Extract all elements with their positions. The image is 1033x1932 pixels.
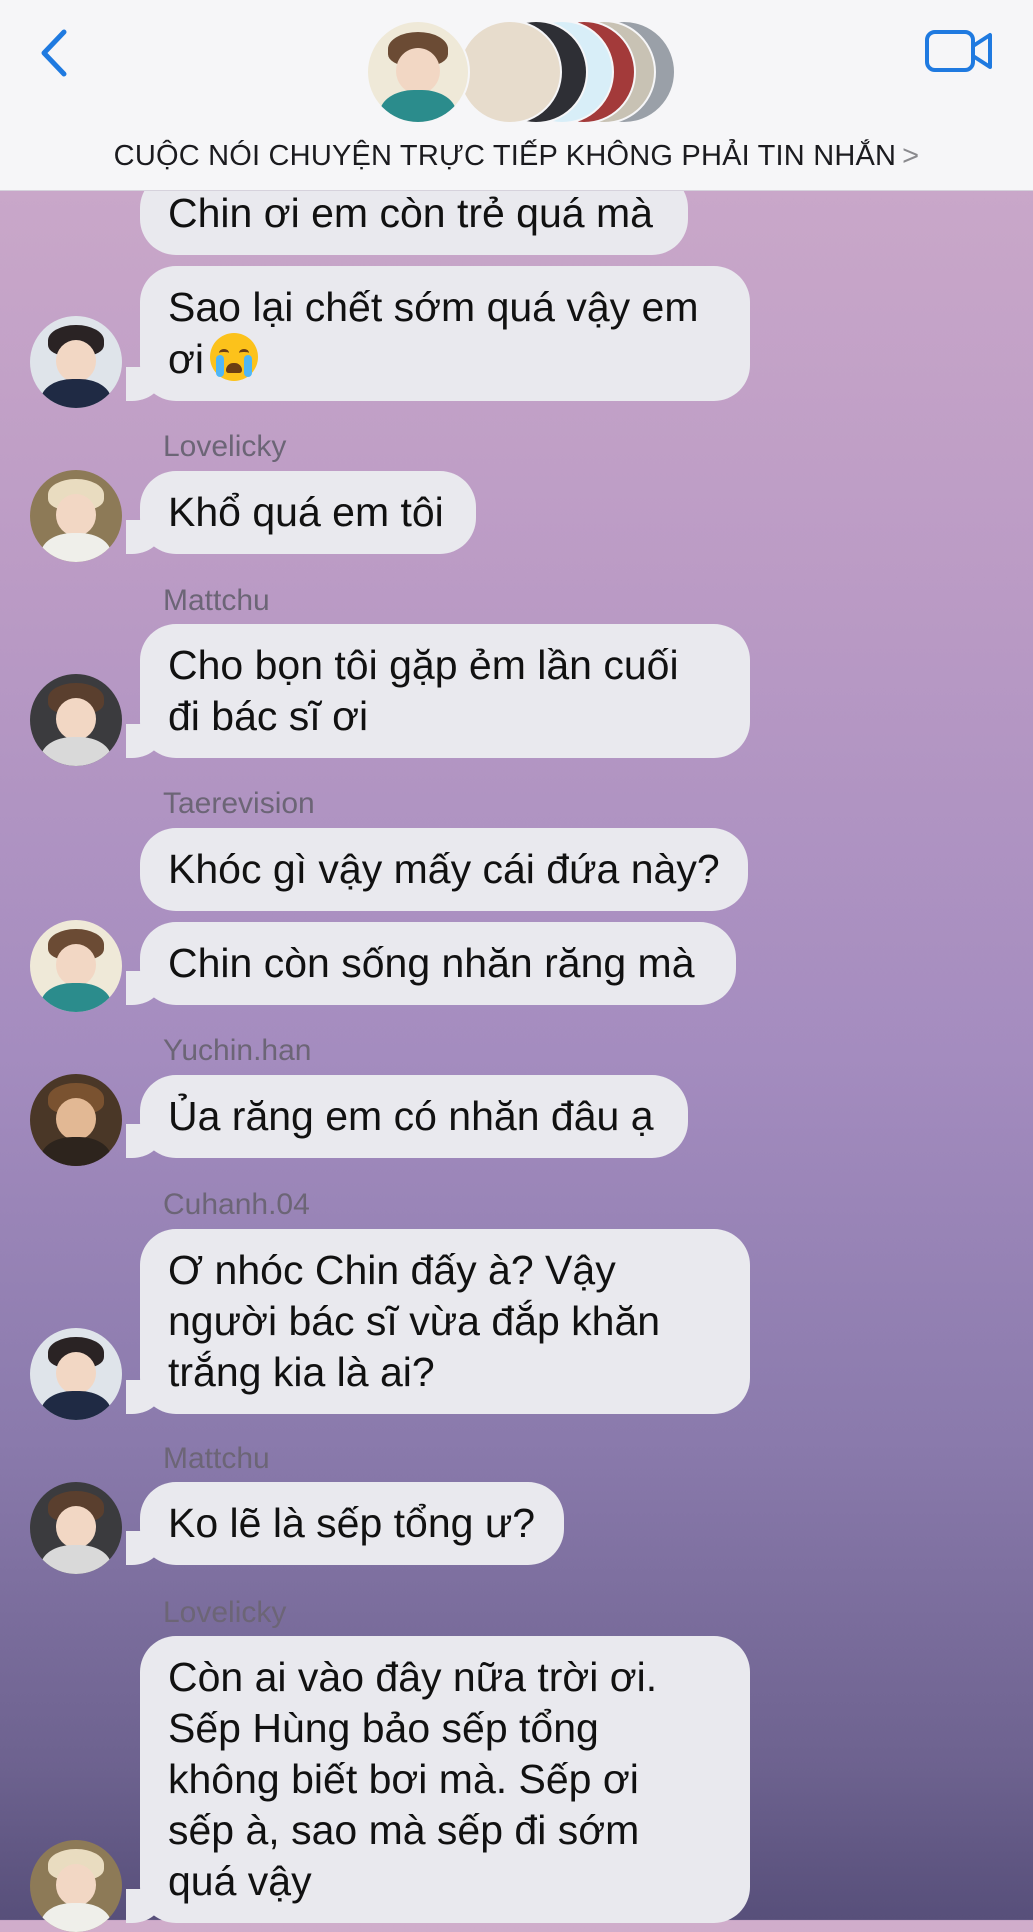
avatar[interactable]: [30, 1074, 122, 1166]
avatar[interactable]: [30, 1328, 122, 1420]
message-bubble[interactable]: Chin còn sống nhăn răng mà: [126, 922, 736, 1005]
avatar[interactable]: [30, 470, 122, 562]
message-text-line: Cho bọn tôi gặp ẻm lần cuối: [168, 642, 679, 688]
message-text-line: ơi: [168, 336, 204, 382]
message-text: Ủa răng em có nhăn đâu ạ: [168, 1093, 654, 1139]
message-text: Chin ơi em còn trẻ quá mà: [168, 190, 653, 236]
video-camera-icon: [925, 30, 992, 72]
avatar[interactable]: [30, 1840, 122, 1932]
message-text-line: Ơ nhóc Chin đấy à? Vậy: [168, 1247, 616, 1293]
message-text-line: không biết bơi mà. Sếp ơi: [168, 1756, 639, 1802]
message-text-line: sếp à, sao mà sếp đi sớm: [168, 1807, 640, 1853]
message-bubble[interactable]: Còn ai vào đây nữa trời ơi. Sếp Hùng bảo…: [126, 1636, 750, 1923]
group-member-avatar: [366, 20, 470, 124]
avatar[interactable]: [30, 920, 122, 1012]
message-bubble[interactable]: Ủa răng em có nhăn đâu ạ: [126, 1075, 688, 1158]
conversation-title[interactable]: CUỘC NÓI CHUYỆN TRỰC TIẾP KHÔNG PHẢI TIN…: [0, 140, 1033, 173]
conversation-header: CUỘC NÓI CHUYỆN TRỰC TIẾP KHÔNG PHẢI TIN…: [0, 0, 1033, 191]
video-call-button[interactable]: [924, 26, 994, 76]
message-text-line: Sếp Hùng bảo sếp tổng: [168, 1705, 599, 1751]
sender-name: Taerevision: [163, 787, 315, 820]
sender-name: Mattchu: [163, 584, 270, 617]
sender-name: Mattchu: [163, 1442, 270, 1475]
message-text-line: đi bác sĩ ơi: [168, 693, 369, 739]
message-text: Ko lẽ là sếp tổng ư?: [168, 1500, 536, 1546]
message-bubble[interactable]: Sao lại chết sớm quá vậy em ơi: [126, 266, 750, 401]
message-bubble[interactable]: Khóc gì vậy mấy cái đứa này?: [140, 828, 748, 911]
message-text-line: Còn ai vào đây nữa trời ơi.: [168, 1654, 658, 1700]
message-text-line: quá vậy: [168, 1858, 312, 1904]
chevron-right-icon: >: [902, 140, 920, 172]
avatar[interactable]: [30, 316, 122, 408]
message-bubble[interactable]: Ko lẽ là sếp tổng ư?: [126, 1482, 564, 1565]
group-member-avatar: [458, 20, 562, 124]
message-text-line: trắng kia là ai?: [168, 1349, 435, 1395]
sender-name: Lovelicky: [163, 430, 287, 463]
loudly-crying-face-icon: [210, 333, 258, 381]
message-bubble[interactable]: Ơ nhóc Chin đấy à? Vậy người bác sĩ vừa …: [126, 1229, 750, 1414]
message-text-line: người bác sĩ vừa đắp khăn: [168, 1298, 661, 1344]
group-avatar-stack[interactable]: [366, 20, 676, 126]
avatar[interactable]: [30, 1482, 122, 1574]
message-text-line: Sao lại chết sớm quá vậy em: [168, 284, 699, 330]
conversation-title-text: CUỘC NÓI CHUYỆN TRỰC TIẾP KHÔNG PHẢI TIN…: [113, 140, 897, 172]
message-text: Khổ quá em tôi: [168, 489, 444, 535]
message-text: Khóc gì vậy mấy cái đứa này?: [168, 846, 720, 892]
message-bubble[interactable]: Cho bọn tôi gặp ẻm lần cuối đi bác sĩ ơi: [126, 624, 750, 758]
message-text: Chin còn sống nhăn răng mà: [168, 940, 695, 986]
message-bubble[interactable]: Khổ quá em tôi: [126, 471, 476, 554]
back-button[interactable]: [36, 26, 76, 82]
sender-name: Lovelicky: [163, 1596, 287, 1629]
sender-name: Cuhanh.04: [163, 1188, 310, 1221]
avatar[interactable]: [30, 674, 122, 766]
message-list[interactable]: Chin ơi em còn trẻ quá mà Sao lại chết s…: [0, 0, 1033, 1932]
sender-name: Yuchin.han: [163, 1034, 312, 1067]
chevron-left-icon: [41, 29, 67, 77]
